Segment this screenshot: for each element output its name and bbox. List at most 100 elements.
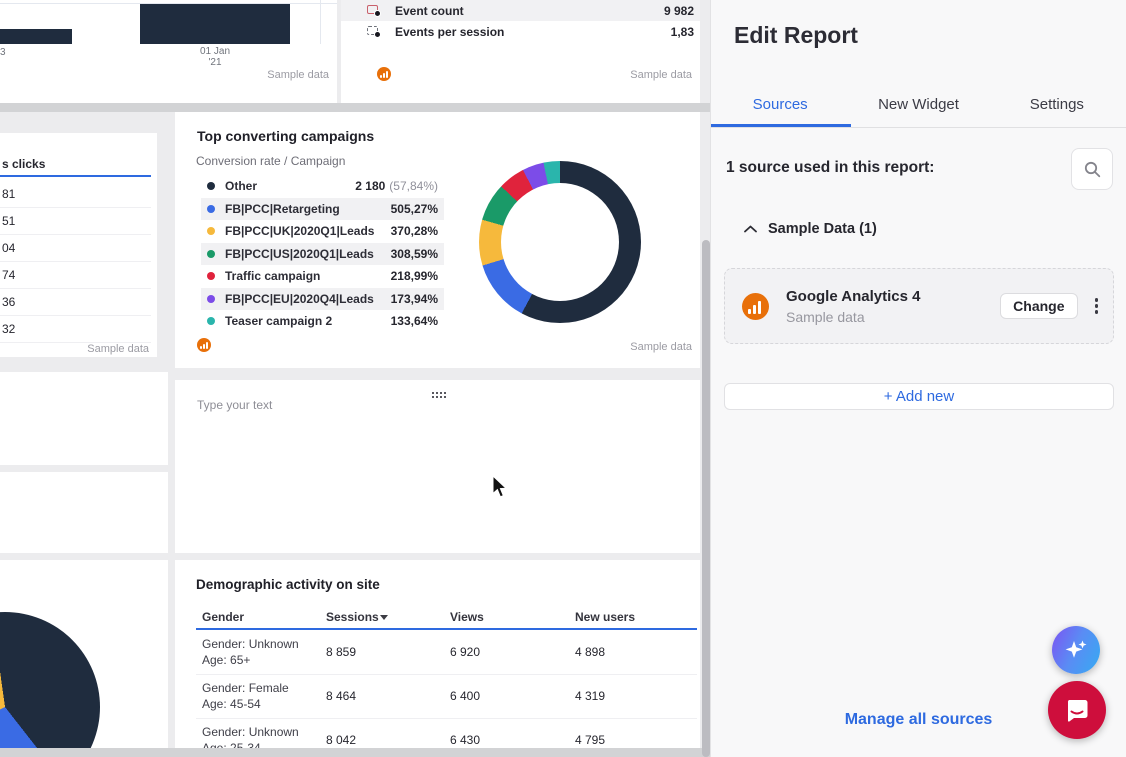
chevron-up-icon [744, 225, 757, 233]
bar [140, 4, 290, 44]
chat-bubble-icon [1063, 696, 1091, 724]
table-row: 36 [0, 289, 151, 316]
x-axis-label: 01 Jan '21 [140, 46, 290, 68]
sample-data-note: Sample data [87, 343, 149, 355]
table-row: 32 [0, 316, 151, 343]
legend-item[interactable]: FB|PCC|EU|2020Q4|Leads 173,94% [201, 288, 444, 311]
google-analytics-icon [197, 338, 211, 352]
event-count-icon [367, 5, 381, 17]
legend-value: 173,94% [391, 292, 438, 306]
legend-extra: (57,84%) [389, 179, 438, 193]
legend-label: Teaser campaign 2 [225, 314, 391, 328]
source-info: Google Analytics 4 Sample data [786, 288, 1000, 325]
table-row: 51 [0, 208, 151, 235]
column-header[interactable]: Views [450, 610, 484, 624]
column-header[interactable]: New users [575, 610, 635, 624]
add-new-source-button[interactable]: + Add new [724, 383, 1114, 410]
stat-row[interactable]: Event count 9 982 [341, 0, 700, 21]
empty-widget[interactable] [0, 472, 168, 553]
sources-count-header: 1 source used in this report: [726, 159, 934, 177]
legend-label: Other [225, 179, 355, 193]
tab-sources[interactable]: Sources [711, 81, 849, 127]
chat-support-button[interactable] [1048, 681, 1106, 739]
widget-title: Demographic activity on site [196, 577, 380, 592]
empty-widget[interactable] [0, 372, 168, 465]
legend-item[interactable]: Teaser campaign 2 133,64% [201, 310, 444, 333]
legend-color-dot [207, 205, 215, 213]
active-tab-underline [711, 124, 851, 127]
pie-chart-widget[interactable] [0, 560, 168, 748]
stat-value: 1,83 [671, 25, 694, 39]
legend-color-dot [207, 295, 215, 303]
panel-title: Edit Report [734, 22, 858, 49]
legend-item[interactable]: FB|PCC|US|2020Q1|Leads 308,59% [201, 243, 444, 266]
gridline [320, 0, 321, 44]
stats-widget[interactable]: Event count 9 982 Events per session 1,8… [341, 0, 700, 103]
donut-chart [479, 161, 641, 323]
legend-item[interactable]: Traffic campaign 218,99% [201, 265, 444, 288]
column-header[interactable]: Sessions [326, 610, 379, 624]
page-gap [0, 748, 710, 757]
stat-row[interactable]: Events per session 1,83 [341, 21, 700, 42]
legend-item[interactable]: FB|PCC|Retargeting 505,27% [201, 198, 444, 221]
kebab-menu-icon[interactable] [1093, 296, 1101, 316]
legend-item[interactable]: Other 2 180 (57,84%) [201, 175, 444, 198]
legend-value: 505,27% [391, 202, 438, 216]
sparkle-icon [1063, 637, 1089, 663]
legend-color-dot [207, 227, 215, 235]
ai-assistant-button[interactable] [1052, 626, 1100, 674]
search-button[interactable] [1071, 148, 1113, 190]
table-row: Gender: Female Age: 45-54 8 464 6 400 4 … [196, 674, 697, 719]
text-widget[interactable]: Type your text [175, 380, 700, 553]
legend-color-dot [207, 182, 215, 190]
search-icon [1084, 161, 1101, 178]
vertical-scrollbar[interactable] [702, 240, 710, 757]
donut-legend: Other 2 180 (57,84%) FB|PCC|Retargeting … [201, 175, 444, 333]
widget-title: Top converting campaigns [197, 128, 374, 144]
panel-tabs: Sources New Widget Settings [711, 81, 1126, 128]
drag-handle-icon[interactable] [431, 391, 446, 398]
text-widget-placeholder[interactable]: Type your text [197, 398, 272, 412]
table-row: 04 [0, 235, 151, 262]
demographic-table-widget[interactable]: Demographic activity on site Gender Sess… [175, 560, 700, 748]
bar [0, 29, 72, 44]
legend-item[interactable]: FB|PCC|UK|2020Q1|Leads 370,28% [201, 220, 444, 243]
legend-label: FB|PCC|UK|2020Q1|Leads [225, 224, 391, 238]
legend-value: 218,99% [391, 269, 438, 283]
legend-label: FB|PCC|EU|2020Q4|Leads [225, 292, 391, 306]
report-canvas: 3 01 Jan '21 Sample data Event count 9 9… [0, 0, 710, 757]
google-analytics-icon [742, 293, 769, 320]
bar-chart-widget[interactable]: 3 01 Jan '21 Sample data [0, 0, 337, 103]
mouse-cursor [492, 476, 511, 505]
source-group-label: Sample Data (1) [768, 221, 877, 237]
source-group-toggle[interactable]: Sample Data (1) [744, 221, 877, 237]
source-subtitle: Sample data [786, 309, 1000, 325]
table-row: Gender: Unknown Age: 65+ 8 859 6 920 4 8… [196, 630, 697, 675]
source-name: Google Analytics 4 [786, 288, 1000, 305]
sort-caret-icon[interactable] [380, 615, 388, 620]
donut-hole [501, 183, 619, 301]
clicks-table-widget[interactable]: s clicks 81 51 04 74 36 32 Sample data [0, 133, 157, 357]
sample-data-note: Sample data [630, 341, 692, 353]
legend-label: Traffic campaign [225, 269, 391, 283]
x-axis-label: 3 [0, 47, 6, 58]
stat-label: Event count [395, 4, 664, 18]
tab-settings[interactable]: Settings [988, 81, 1126, 127]
sample-data-note: Sample data [267, 69, 329, 81]
legend-color-dot [207, 250, 215, 258]
table-row: 81 [0, 181, 151, 208]
pie-chart [0, 612, 100, 748]
stat-value: 9 982 [664, 4, 694, 18]
table-row: Gender: Unknown Age: 25-34 8 042 6 430 4… [196, 718, 697, 748]
legend-value: 133,64% [391, 314, 438, 328]
events-per-session-icon [367, 26, 381, 38]
legend-color-dot [207, 317, 215, 325]
legend-label: FB|PCC|Retargeting [225, 202, 391, 216]
campaigns-donut-widget[interactable]: Top converting campaigns Conversion rate… [175, 112, 700, 368]
source-card[interactable]: Google Analytics 4 Sample data Change [724, 268, 1114, 344]
column-header[interactable]: Gender [202, 610, 244, 624]
legend-value: 2 180 [355, 179, 385, 193]
change-source-button[interactable]: Change [1000, 293, 1077, 319]
legend-label: FB|PCC|US|2020Q1|Leads [225, 247, 391, 261]
tab-new-widget[interactable]: New Widget [849, 81, 987, 127]
